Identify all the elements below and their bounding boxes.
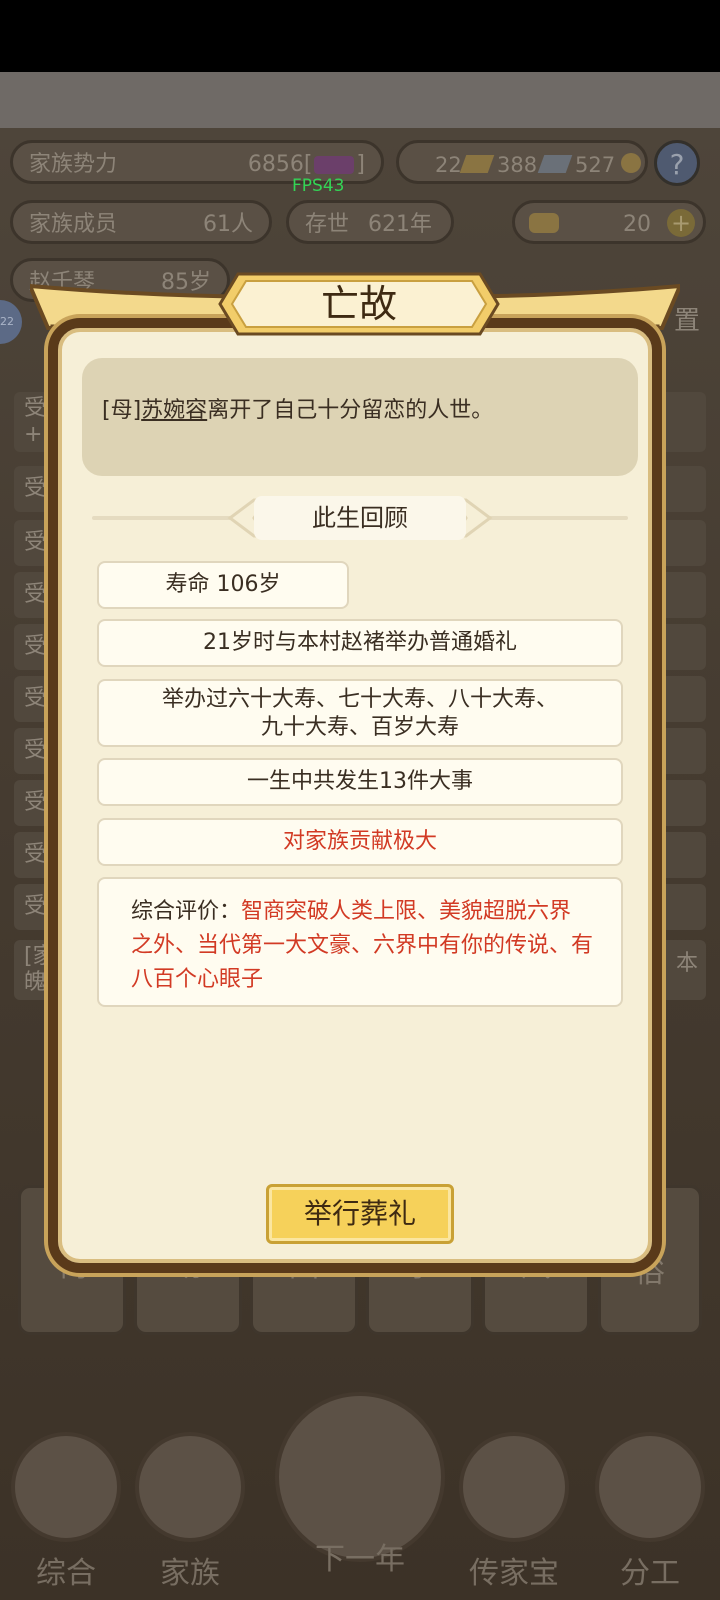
treasure-icon <box>459 1432 569 1542</box>
family-power-label: 家族势力 <box>29 152 118 177</box>
deceased-name-link[interactable]: 苏婉容 <box>141 398 207 423</box>
bottom-nav-family: 家族 <box>130 1432 250 1600</box>
events-card: 一生中共发生13件大事 <box>97 758 623 806</box>
resources-pill: 22 388 527 <box>396 140 648 184</box>
members-pill: 家族成员 61人 <box>10 200 272 244</box>
bottom-nav-label: 家族 <box>160 1556 220 1591</box>
relation-tag: [母] <box>102 398 142 423</box>
bottom-nav-division: 分工 <box>590 1432 710 1600</box>
silver-count: 388 <box>497 153 538 177</box>
silver-icon <box>537 155 573 173</box>
ingot-pill: 20 + <box>512 200 706 244</box>
bottom-nav-label: 传家宝 <box>469 1556 559 1591</box>
status-bar <box>0 0 720 72</box>
ingot-icon <box>529 213 559 233</box>
members-label: 家族成员 <box>29 212 118 237</box>
ingot-count: 20 <box>623 212 651 237</box>
portrait-icon <box>595 1432 705 1542</box>
add-ingot-icon: + <box>667 209 695 237</box>
right-partial-text: 本 <box>676 951 699 976</box>
bottom-nav-label: 分工 <box>620 1556 680 1591</box>
coins-count: 527 <box>575 153 616 177</box>
message-text: 离开了自己十分留恋的人世。 <box>207 398 494 423</box>
dialog-title: 亡故 <box>320 282 397 326</box>
marriage-card: 21岁时与本村赵褚举办普通婚礼 <box>97 619 623 667</box>
birthdays-card: 举办过六十大寿、七十大寿、八十大寿、 九十大寿、百岁大寿 <box>97 679 623 747</box>
bottom-nav-overview: 综合 <box>6 1432 126 1600</box>
lifespan-card: 寿命 106岁 <box>97 561 349 609</box>
existence-label: 存世 <box>305 212 350 237</box>
contribution-card: 对家族贡献极大 <box>97 818 623 866</box>
bottom-nav-heirloom: 传家宝 <box>454 1432 574 1600</box>
existence-pill: 存世 621年 <box>286 200 454 244</box>
bottom-nav-label: 下一年 <box>315 1542 405 1577</box>
bottom-nav-next-year: 下一年 <box>270 1392 450 1600</box>
divider-right <box>488 516 628 520</box>
birthdays-line: 九十大寿、百岁大寿 <box>260 715 459 740</box>
bottom-nav-label: 综合 <box>36 1556 96 1591</box>
evaluation-card: 综合评价：智商突破人类上限、美貌超脱六界之外、当代第一大文豪、六界中有你的传说、… <box>97 877 623 1007</box>
members-value: 61人 <box>203 212 253 237</box>
gold-bar-icon <box>459 155 495 173</box>
hold-funeral-button[interactable]: 举行葬礼 <box>266 1184 454 1244</box>
evaluation-label: 综合评价： <box>131 899 242 924</box>
help-icon: ? <box>654 140 700 186</box>
death-message: [母]苏婉容离开了自己十分留恋的人世。 <box>102 394 493 428</box>
fps-counter: FPS43 <box>292 176 345 196</box>
coin-icon <box>621 153 641 173</box>
review-title: 此生回顾 <box>312 504 408 532</box>
top-strip <box>0 72 720 128</box>
birthdays-line: 举办过六十大寿、七十大寿、八十大寿、 <box>161 687 558 712</box>
divider-left <box>92 516 232 520</box>
scroll-icon <box>11 1432 121 1542</box>
house-icon <box>135 1432 245 1542</box>
existence-value: 621年 <box>368 212 433 237</box>
gold-bars-count: 22 <box>435 153 462 177</box>
